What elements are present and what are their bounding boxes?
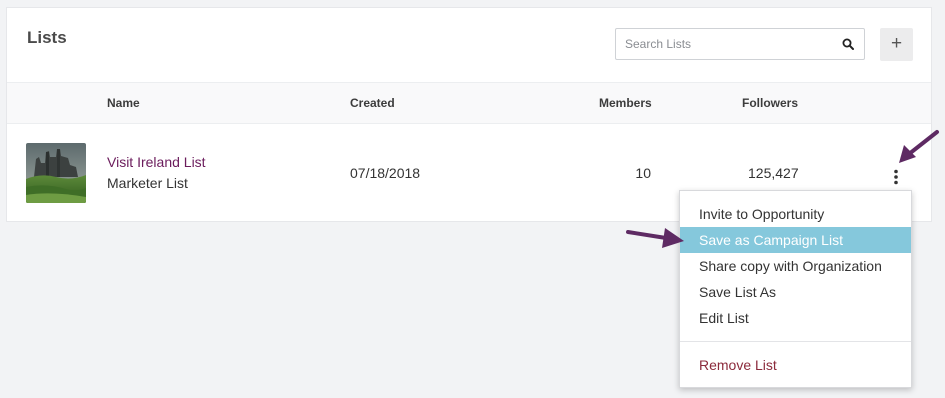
menu-item-remove-list[interactable]: Remove List [680,352,911,378]
column-header-created[interactable]: Created [350,96,395,110]
list-thumbnail [26,143,86,203]
column-header-followers[interactable]: Followers [742,96,798,110]
list-members: 10 [635,165,651,181]
row-actions-menu: Invite to Opportunity Save as Campaign L… [679,190,912,388]
search-icon[interactable] [842,38,854,50]
list-followers: 125,427 [748,165,799,181]
menu-item-share-copy[interactable]: Share copy with Organization [680,253,911,279]
add-list-button[interactable]: + [880,28,913,61]
more-options-icon[interactable] [891,168,901,186]
table-header: Name Created Members Followers [7,82,931,124]
list-name-link[interactable]: Visit Ireland List [107,154,206,170]
menu-item-save-list-as[interactable]: Save List As [680,279,911,305]
search-input[interactable] [616,29,836,59]
annotation-arrow-icon [626,228,684,248]
annotation-arrow-icon [899,130,939,163]
page-title: Lists [27,28,67,47]
list-type: Marketer List [107,175,188,191]
menu-item-edit-list[interactable]: Edit List [680,305,911,331]
menu-item-save-as-campaign-list[interactable]: Save as Campaign List [680,227,911,253]
menu-divider [680,341,911,342]
column-header-name[interactable]: Name [107,96,140,110]
list-created: 07/18/2018 [350,165,421,181]
menu-item-invite-to-opportunity[interactable]: Invite to Opportunity [680,201,911,227]
column-header-members[interactable]: Members [599,96,652,110]
search-box[interactable] [615,28,865,60]
